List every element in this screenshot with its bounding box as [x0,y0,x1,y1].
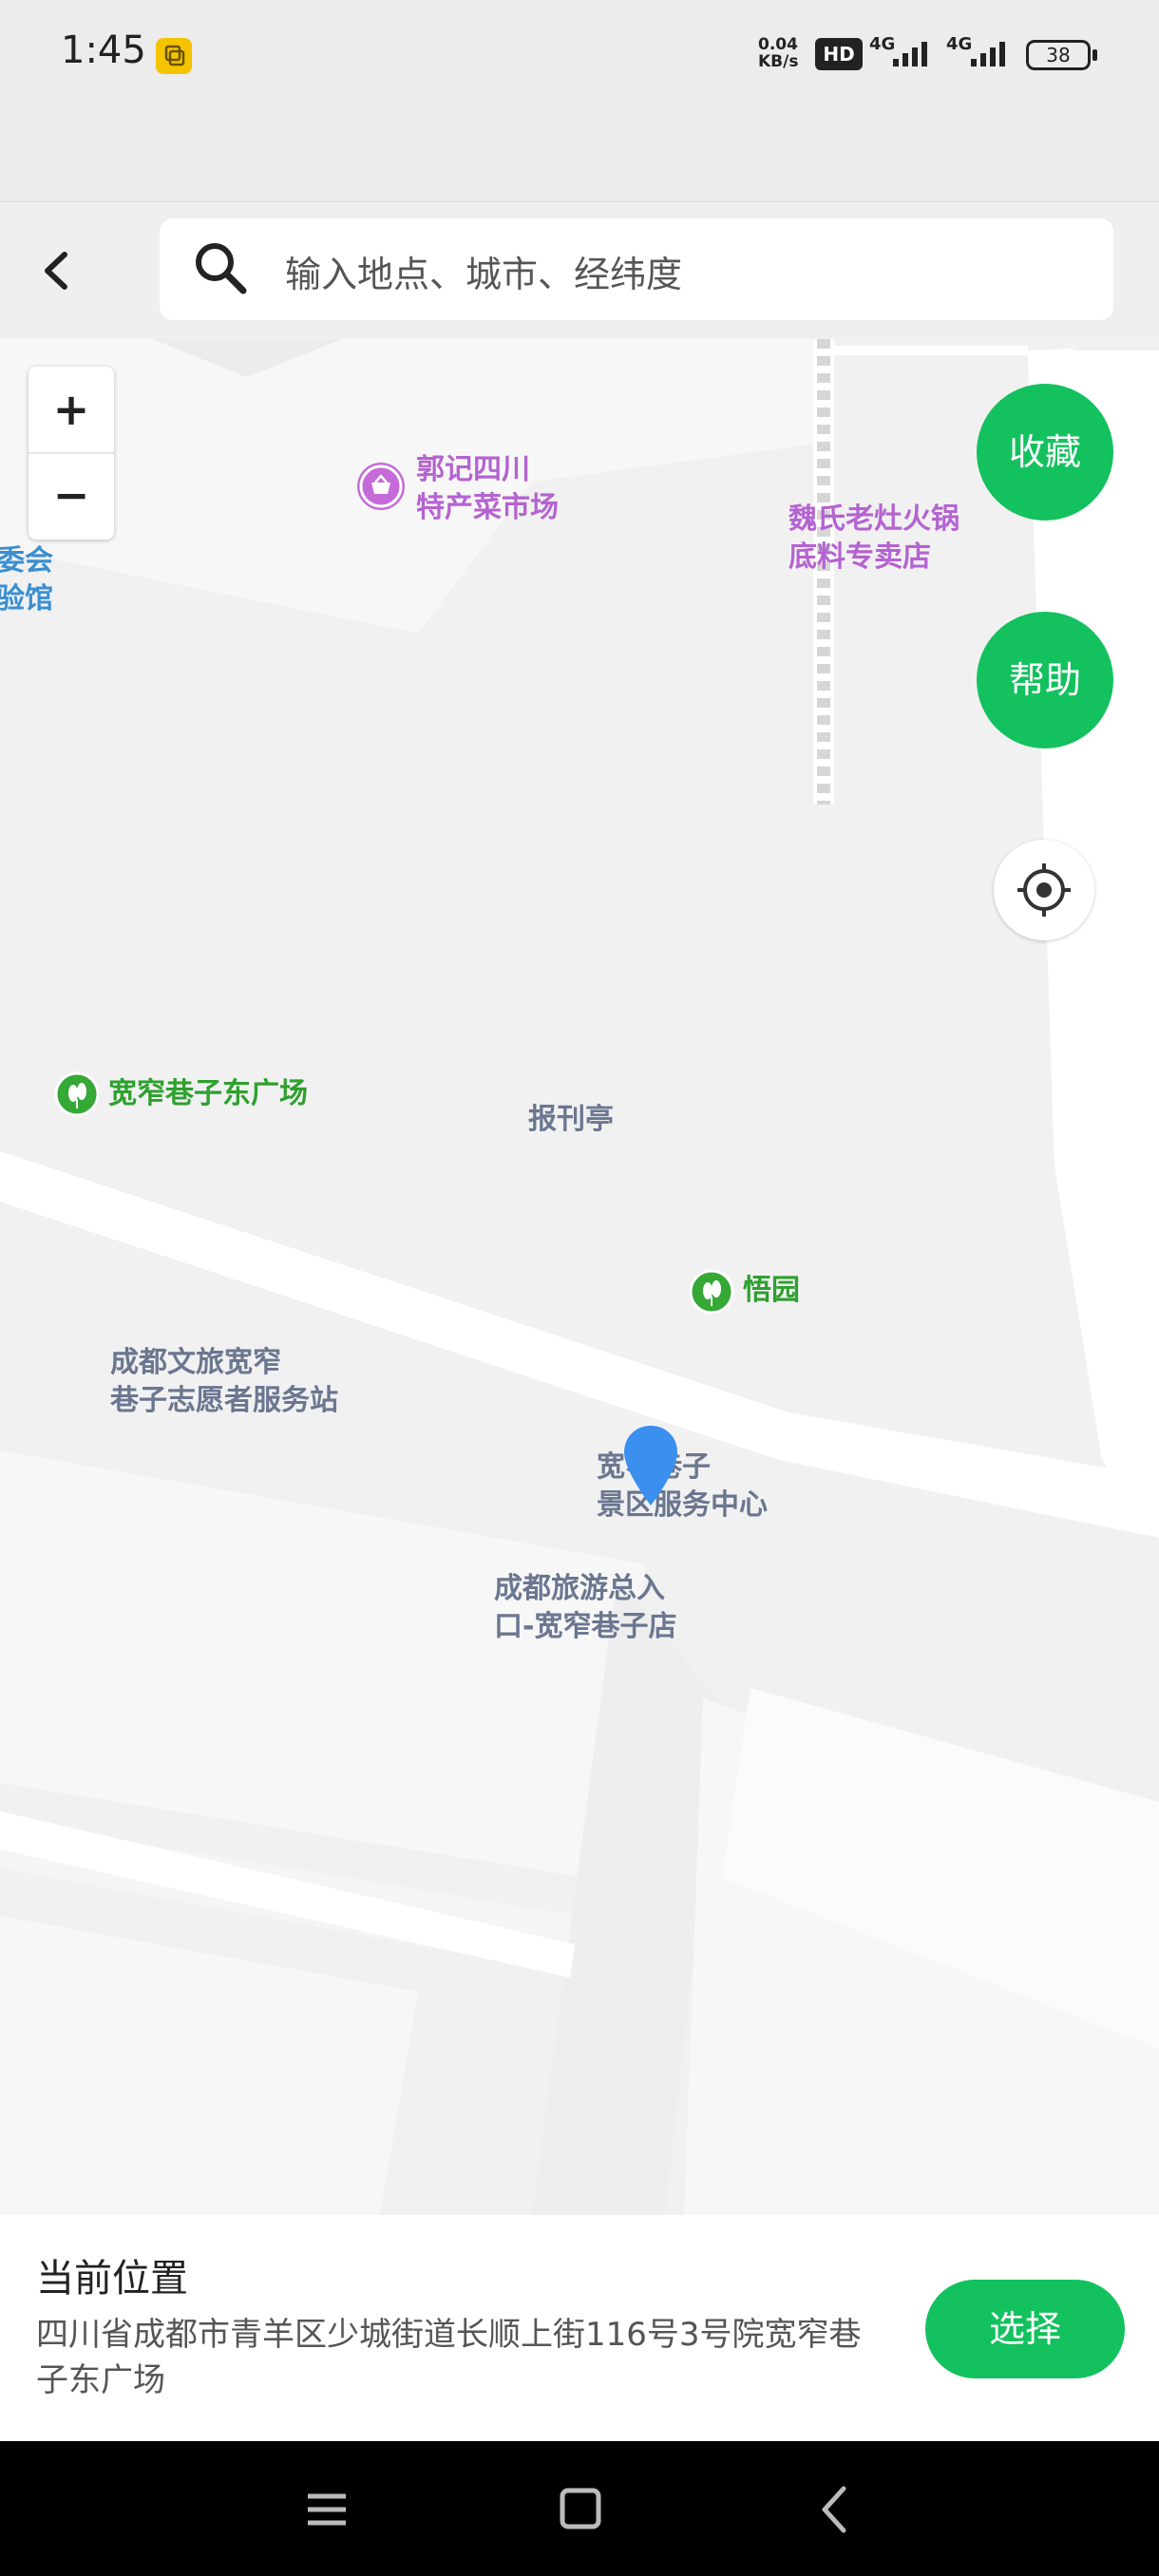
poi-weishi-store[interactable]: 魏氏老灶火锅 底料专卖店 [788,501,960,577]
hd-badge: HD [815,38,863,70]
poi-guoji-market[interactable]: 郭记四川 特产菜市场 [416,451,559,527]
menu-icon[interactable] [302,2443,353,2576]
locate-button[interactable] [994,840,1094,940]
system-nav-bar [0,2441,1159,2576]
poi-guoji-line1: 郭记四川 [416,453,530,486]
crosshair-icon [1017,863,1071,917]
poi-wuyuan[interactable]: 悟园 [743,1272,800,1310]
triangle-back-icon[interactable] [809,2443,861,2576]
search-placeholder: 输入地点、城市、经纬度 [285,254,683,295]
current-location-title: 当前位置 [36,2257,188,2301]
zoom-control: + − [28,367,114,540]
select-button[interactable]: 选择 [925,2280,1125,2378]
signal-bars-icon [893,42,927,66]
zoom-in-button[interactable]: + [28,367,114,452]
signal-label-1: 4G [869,34,896,54]
help-button[interactable]: 帮助 [977,612,1113,748]
poi-volunteer-line2: 巷子志愿者服务站 [110,1384,338,1417]
back-button[interactable] [28,237,86,304]
net-speed: 0.04 KB/s [758,36,798,70]
battery-icon: 38 [1026,40,1091,70]
signal-bars-icon [971,42,1005,66]
location-pin-icon [621,1424,680,1513]
current-location-address: 四川省成都市青羊区少城街道长顺上街116号3号院宽窄巷子东广场 [36,2316,862,2399]
park-icon [688,1268,735,1316]
poi-tourism-entrance[interactable]: 成都旅游总入 口-宽窄巷子店 [494,1570,676,1646]
park-icon [53,1070,101,1118]
poi-volunteer-station[interactable]: 成都文旅宽窄 巷子志愿者服务站 [110,1344,338,1420]
poi-newsstand[interactable]: 报刊亭 [528,1101,614,1139]
zoom-out-button[interactable]: − [28,454,114,540]
status-bar [0,0,1159,201]
poi-tourism-line2: 口-宽窄巷子店 [494,1610,677,1643]
status-time: 1:45 [61,28,146,72]
poi-left-edge[interactable]: 委会 验馆 [0,542,53,618]
net-speed-value: 0.04 [758,35,798,54]
poi-volunteer-line1: 成都文旅宽窄 [110,1346,281,1379]
poi-tourism-line1: 成都旅游总入 [494,1572,665,1605]
net-speed-unit: KB/s [758,52,799,71]
market-basket-icon [357,463,405,510]
battery-tip [1092,49,1097,61]
square-home-icon[interactable] [555,2443,606,2576]
chevron-left-icon [45,252,67,290]
poi-left-line1: 委会 [0,544,53,578]
search-icon [192,237,249,298]
map-background [0,339,1159,2215]
poi-weishi-line1: 魏氏老灶火锅 [788,502,960,536]
poi-weishi-line2: 底料专卖店 [788,540,931,574]
notification-icon [156,38,192,74]
map-view[interactable]: 郭记四川 特产菜市场 魏氏老灶火锅 底料专卖店 委会 验馆 宽窄巷子东广场 报刊… [0,339,1159,2215]
favorite-button[interactable]: 收藏 [977,384,1113,521]
poi-guoji-line2: 特产菜市场 [416,491,559,524]
poi-kuanzhai-square[interactable]: 宽窄巷子东广场 [108,1075,308,1113]
poi-left-line2: 验馆 [0,582,53,616]
signal-label-2: 4G [946,34,973,54]
